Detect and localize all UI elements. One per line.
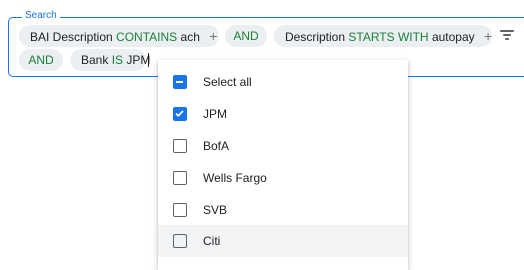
- checkbox-icon[interactable]: [173, 203, 187, 217]
- checkbox-icon[interactable]: [173, 139, 187, 153]
- option-jpm[interactable]: JPM: [158, 98, 408, 130]
- indeterminate-checkbox-icon[interactable]: [173, 75, 187, 89]
- option-citi[interactable]: Citi: [158, 225, 408, 257]
- filter-chip-bank[interactable]: Bank IS JPM: [70, 49, 150, 71]
- connector-chip-and[interactable]: AND: [225, 25, 267, 47]
- chip-field: Description: [285, 30, 346, 44]
- option-label: JPM: [203, 107, 227, 121]
- option-label: Citi: [203, 234, 221, 248]
- checkbox-icon[interactable]: [173, 171, 187, 185]
- bank-options-dropdown: Select all JPM BofA Wells Fargo SVB Citi: [158, 60, 408, 270]
- chip-operator: IS: [111, 53, 124, 67]
- text-caret: [148, 53, 149, 67]
- filter-chip-bai-description[interactable]: BAI Description CONTAINS ach +: [19, 25, 219, 47]
- chip-field: BAI Description: [30, 30, 113, 44]
- chip-field: Bank: [81, 53, 109, 67]
- filter-icon[interactable]: [499, 28, 515, 42]
- connector-chip-and[interactable]: AND: [19, 49, 63, 71]
- connector-label: AND: [233, 29, 259, 43]
- search-legend: Search: [22, 10, 60, 22]
- option-label: BofA: [203, 139, 230, 153]
- option-label: SVB: [203, 203, 228, 217]
- chip-operator: CONTAINS: [116, 30, 178, 44]
- option-svb[interactable]: SVB: [158, 194, 408, 226]
- add-condition-icon[interactable]: +: [484, 28, 492, 44]
- chip-operator: STARTS WITH: [348, 30, 429, 44]
- option-bofa[interactable]: BofA: [158, 130, 408, 162]
- checkbox-icon[interactable]: [173, 234, 187, 248]
- checked-checkbox-icon[interactable]: [173, 107, 187, 121]
- option-label: Wells Fargo: [203, 171, 267, 185]
- chip-value: ach: [180, 30, 200, 44]
- option-wells-fargo[interactable]: Wells Fargo: [158, 162, 408, 194]
- option-label: Select all: [203, 75, 252, 89]
- chip-value: autopay: [431, 30, 475, 44]
- search-input[interactable]: [146, 49, 158, 71]
- option-select-all[interactable]: Select all: [158, 66, 408, 98]
- filter-chip-description[interactable]: Description STARTS WITH autopay +: [274, 25, 492, 47]
- connector-label: AND: [28, 53, 54, 67]
- add-condition-icon[interactable]: +: [209, 28, 217, 44]
